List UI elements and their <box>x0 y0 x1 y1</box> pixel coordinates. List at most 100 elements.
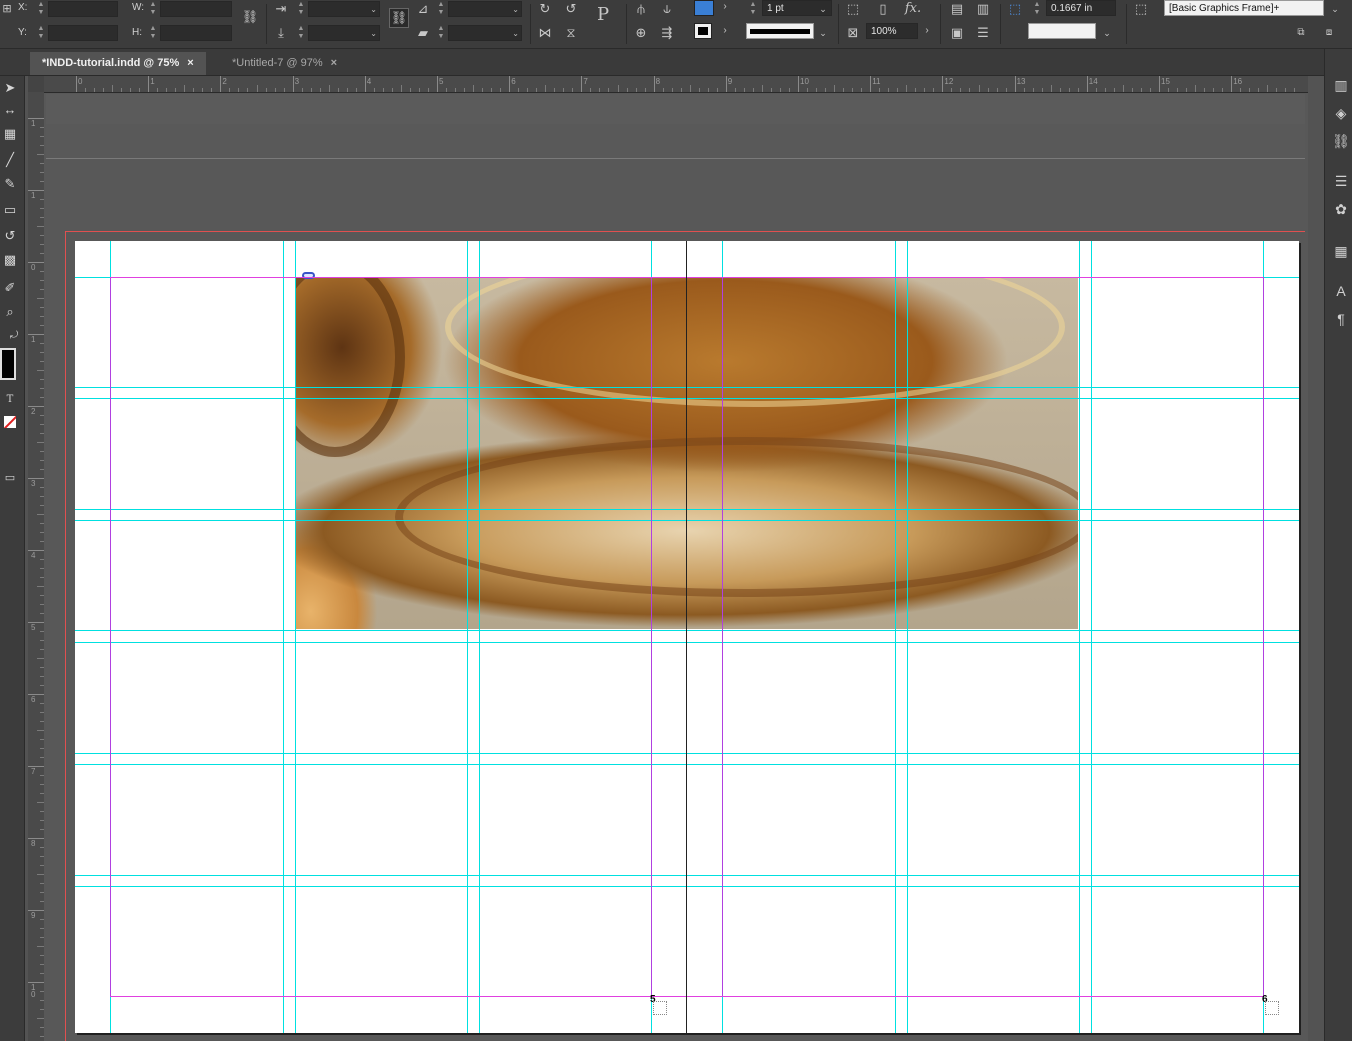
shear-field[interactable]: ⌄ <box>448 25 522 41</box>
line-tool-icon[interactable]: ╱ <box>0 150 20 170</box>
column-guide[interactable] <box>907 241 908 1033</box>
h-field[interactable] <box>160 25 232 41</box>
select-content-icon[interactable]: ⫝ <box>658 0 676 18</box>
fill-dropdown-icon[interactable]: › <box>716 0 734 16</box>
apply-none-icon[interactable] <box>4 416 16 428</box>
stroke-type-dropdown-icon[interactable]: ⌄ <box>814 24 832 42</box>
fill-swatch[interactable] <box>694 0 714 16</box>
opacity-field[interactable]: 100% <box>866 23 918 39</box>
select-next-icon[interactable]: ⇶ <box>658 24 676 42</box>
constrain-proportions-icon[interactable]: ⛓ <box>241 8 259 26</box>
clear-overrides-icon[interactable]: ⧉ <box>1292 24 1310 42</box>
flip-horizontal-icon[interactable]: ⋈ <box>536 24 554 42</box>
text-wrap-jump-icon[interactable]: ☰ <box>974 24 992 42</box>
h-stepper[interactable]: ▲ ▼ <box>148 25 158 41</box>
scale-y-stepper[interactable]: ▲ ▼ <box>296 25 306 41</box>
panel-menu-icon[interactable]: ⧈ <box>1320 24 1338 42</box>
corner-options-icon[interactable]: ⬚ <box>1006 0 1024 18</box>
row-guide[interactable] <box>75 509 1299 510</box>
flip-vertical-icon[interactable]: ⧖ <box>562 24 580 42</box>
stroke-swatch[interactable] <box>694 23 712 39</box>
zoom-tool-icon[interactable]: ⌕ <box>0 302 20 322</box>
column-guide[interactable] <box>1091 241 1092 1033</box>
rotation-field[interactable]: ⌄ <box>448 1 522 17</box>
scale-x-stepper[interactable]: ▲ ▼ <box>296 1 306 17</box>
stroke-panel-icon[interactable]: ☰ <box>1331 171 1351 191</box>
constrain-scale-icon[interactable]: ⛓ <box>389 8 409 28</box>
w-stepper[interactable]: ▲ ▼ <box>148 1 158 17</box>
row-guide[interactable] <box>75 875 1299 876</box>
offset-stepper[interactable]: ▲ ▼ <box>1032 1 1042 17</box>
scale-x-field[interactable]: ⌄ <box>308 1 380 17</box>
frame-fitting-icon[interactable]: ⬚ <box>844 0 862 18</box>
row-guide[interactable] <box>75 764 1299 765</box>
opacity-dropdown-icon[interactable]: › <box>918 22 936 40</box>
column-guide[interactable] <box>895 241 896 1033</box>
pencil-tool-icon[interactable]: ✎ <box>0 174 20 194</box>
tab-close-icon[interactable]: × <box>187 57 193 69</box>
corner-shape-field[interactable] <box>1028 23 1096 39</box>
text-wrap-bbox-icon[interactable]: ▥ <box>974 0 992 18</box>
vertical-ruler[interactable]: 1101234567891 0 <box>28 92 45 1041</box>
selection-tool-icon[interactable]: ➤ <box>0 78 20 98</box>
row-guide[interactable] <box>75 398 1299 399</box>
row-guide[interactable] <box>75 520 1299 521</box>
page-number-frame[interactable] <box>1265 1001 1279 1015</box>
y-stepper[interactable]: ▲ ▼ <box>36 25 46 41</box>
stroke-type-field[interactable] <box>746 23 814 39</box>
w-field[interactable] <box>160 1 232 17</box>
row-guide[interactable] <box>75 642 1299 643</box>
column-guide[interactable] <box>467 241 468 1033</box>
screen-mode-icon[interactable]: ▭ <box>0 468 20 488</box>
select-container-icon[interactable]: ⫛ <box>632 0 650 18</box>
scale-y-field[interactable]: ⌄ <box>308 25 380 41</box>
x-stepper[interactable]: ▲ ▼ <box>36 1 46 17</box>
content-collector-tool-icon[interactable]: ▦ <box>0 124 20 144</box>
column-guide[interactable] <box>283 241 284 1033</box>
rectangle-frame-tool-icon[interactable]: ▭ <box>0 200 20 220</box>
text-wrap-none-icon[interactable]: ▤ <box>948 0 966 18</box>
pages-panel-icon[interactable]: ▥ <box>1331 75 1351 95</box>
column-guide[interactable] <box>479 241 480 1033</box>
layers-panel-icon[interactable]: ◈ <box>1331 103 1351 123</box>
object-style-field[interactable]: [Basic Graphics Frame]+ <box>1164 0 1324 16</box>
x-field[interactable] <box>48 1 118 17</box>
eyedropper-tool-icon[interactable]: ✐ <box>0 278 20 298</box>
ruler-origin[interactable] <box>28 76 44 92</box>
fill-stroke-swatch[interactable] <box>0 348 16 380</box>
column-guide[interactable] <box>1079 241 1080 1033</box>
type-text-indicator-icon[interactable]: T <box>0 390 20 410</box>
drop-shadow-icon[interactable]: ▯ <box>874 0 892 18</box>
row-guide[interactable] <box>75 387 1299 388</box>
rotate-ccw-icon[interactable]: ↺ <box>562 0 580 18</box>
row-guide[interactable] <box>75 753 1299 754</box>
select-previous-icon[interactable]: ⊕ <box>632 24 650 42</box>
character-styles-panel-icon[interactable]: A <box>1331 281 1351 301</box>
stroke-weight-dropdown-icon[interactable]: ⌄ <box>814 0 832 18</box>
gap-tool-icon[interactable]: ↔ <box>0 100 20 120</box>
rotate-cw-icon[interactable]: ↻ <box>536 0 554 18</box>
offset-field[interactable]: 0.1667 in <box>1046 0 1116 16</box>
tab-indd-tutorial[interactable]: *INDD-tutorial.indd @ 75% × <box>30 52 206 75</box>
tab-untitled-7[interactable]: *Untitled-7 @ 97% × <box>220 52 349 75</box>
effects-icon[interactable]: fx. <box>904 0 922 18</box>
swatches-panel-icon[interactable]: ✿ <box>1331 199 1351 219</box>
horizontal-ruler[interactable]: 0 1 2 3 4 5 6 7 8 9 10 11 12 13 14 15 16 <box>44 76 1308 93</box>
stroke-dropdown-icon[interactable]: › <box>716 22 734 40</box>
y-field[interactable] <box>48 25 118 41</box>
gradient-tool-icon[interactable]: ▩ <box>0 250 20 270</box>
swap-fill-stroke-icon[interactable]: ⤾ <box>4 326 24 346</box>
reference-point-icon[interactable]: ⊞ <box>0 0 16 18</box>
object-style-dropdown-icon[interactable]: ⌄ <box>1326 0 1344 18</box>
rotate-tool-icon[interactable]: ↺ <box>0 226 20 246</box>
text-wrap-shape-icon[interactable]: ▣ <box>948 24 966 42</box>
tab-close-icon[interactable]: × <box>331 57 337 69</box>
stroke-weight-stepper[interactable]: ▲ ▼ <box>748 1 758 17</box>
page-number-frame[interactable] <box>653 1001 667 1015</box>
row-guide[interactable] <box>75 886 1299 887</box>
rotation-stepper[interactable]: ▲ ▼ <box>436 1 446 17</box>
table-panel-icon[interactable]: ▦ <box>1331 241 1351 261</box>
column-guide[interactable] <box>295 241 296 1033</box>
paragraph-styles-panel-icon[interactable]: ¶ <box>1331 309 1351 329</box>
corner-shape-dropdown-icon[interactable]: ⌄ <box>1098 24 1116 42</box>
